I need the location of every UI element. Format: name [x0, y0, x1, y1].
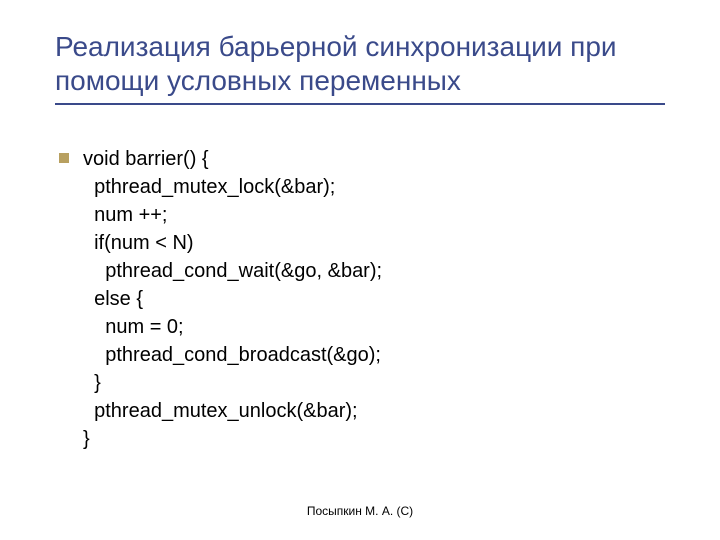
code-line: pthread_mutex_lock(&bar); [83, 176, 335, 198]
code-line: } [83, 372, 101, 394]
bullet-icon [59, 153, 69, 163]
body-area: void barrier() { pthread_mutex_lock(&bar… [55, 145, 665, 453]
title-underline [55, 103, 665, 105]
code-line: else { [83, 288, 143, 310]
code-block: void barrier() { pthread_mutex_lock(&bar… [83, 145, 665, 453]
code-line: num ++; [83, 204, 168, 226]
code-line: void barrier() { [83, 148, 209, 170]
title-block: Реализация барьерной синхронизации при п… [55, 30, 665, 105]
slide-title: Реализация барьерной синхронизации при п… [55, 30, 665, 97]
code-line: if(num < N) [83, 232, 194, 254]
code-line: } [83, 428, 90, 450]
code-line: pthread_cond_wait(&go, &bar); [83, 260, 382, 282]
code-line: num = 0; [83, 316, 184, 338]
code-line: pthread_cond_broadcast(&go); [83, 344, 381, 366]
code-line: pthread_mutex_unlock(&bar); [83, 400, 358, 422]
footer-author: Посыпкин М. А. (С) [0, 504, 720, 518]
slide: Реализация барьерной синхронизации при п… [0, 0, 720, 540]
